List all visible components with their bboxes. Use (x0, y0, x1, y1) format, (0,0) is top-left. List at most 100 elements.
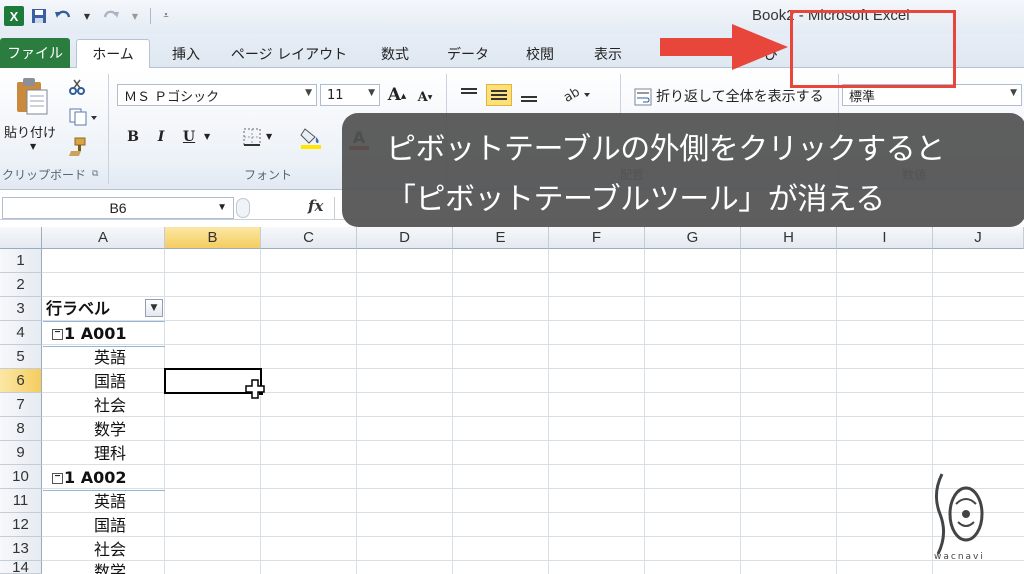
tab-data[interactable]: データ (436, 39, 500, 68)
caption-line-2: 「ピボットテーブルツール」が消える (386, 182, 885, 217)
bold-button[interactable]: B (122, 126, 144, 148)
row-header-13[interactable]: 13 (0, 537, 42, 561)
tab-review[interactable]: 校閲 (512, 39, 568, 68)
column-header-j[interactable]: J (933, 227, 1024, 249)
undo-dropdown-icon[interactable]: ▼ (78, 7, 96, 25)
collapse-icon[interactable]: − (52, 473, 63, 484)
worksheet-grid[interactable]: ABCDEFGHIJ 1 2 3 4 5 6 7 8 9 10 11 12 13 14 行ラベル ▼ − … (0, 227, 1024, 574)
font-size-dropdown[interactable]: 11 ▼ (320, 84, 380, 106)
pivot-item[interactable]: 社会 (94, 538, 126, 562)
tab-formulas[interactable]: 数式 (366, 39, 424, 68)
row-header-1[interactable]: 1 (0, 249, 42, 273)
align-middle-button[interactable] (486, 84, 512, 106)
row-header-5[interactable]: 5 (0, 345, 42, 369)
pivot-item[interactable]: 国語 (94, 514, 126, 538)
redo-icon[interactable] (102, 7, 120, 25)
chevron-down-icon: ▼ (368, 88, 375, 98)
row-header-3[interactable]: 3 (0, 297, 42, 321)
grid-row-line (42, 488, 1024, 489)
grid-column-line (644, 249, 645, 574)
row-header-4[interactable]: 4 (0, 321, 42, 345)
caption-line-1: ピボットテーブルの外側をクリックすると (386, 132, 945, 167)
row-header-14[interactable]: 14 (0, 559, 42, 574)
underline-button[interactable]: U (178, 126, 200, 148)
row-header-10[interactable]: 10 (0, 465, 42, 489)
tab-view[interactable]: 表示 (580, 39, 636, 68)
name-box[interactable]: B6 ▼ (2, 197, 234, 219)
grid-row-line (42, 560, 1024, 561)
row-header-8[interactable]: 8 (0, 417, 42, 441)
grid-column-line (548, 249, 549, 574)
pivot-row-label-header[interactable]: 行ラベル (46, 297, 110, 321)
tab-file[interactable]: ファイル (0, 38, 70, 68)
insert-function-icon[interactable]: fx (308, 197, 323, 215)
grid-column-line (356, 249, 357, 574)
excel-app-icon[interactable]: X (4, 6, 24, 26)
clipboard-launcher-icon[interactable]: ⧉ (92, 169, 98, 179)
paste-label[interactable]: 貼り付け (4, 122, 56, 141)
grid-row-line (42, 440, 1024, 441)
pivot-item[interactable]: 理科 (94, 442, 126, 466)
name-box-value: B6 (109, 200, 127, 216)
column-header-d[interactable]: D (357, 227, 453, 249)
font-name-dropdown[interactable]: ＭＳ Ｐゴシック ▼ (117, 84, 317, 106)
wrap-text-icon[interactable] (632, 86, 654, 108)
cell-cursor-icon (245, 379, 265, 399)
pivot-item[interactable]: 英語 (94, 346, 126, 370)
column-header-i[interactable]: I (837, 227, 933, 249)
pivot-item[interactable]: 社会 (94, 394, 126, 418)
orientation-icon[interactable]: ab (560, 82, 594, 106)
cut-icon[interactable] (66, 76, 88, 98)
format-painter-icon[interactable] (66, 136, 88, 158)
pivot-group-label[interactable]: 1 A002 (64, 466, 126, 490)
underline-dropdown-icon[interactable]: ▼ (204, 132, 210, 141)
column-header-a[interactable]: A (42, 227, 165, 249)
borders-dropdown-icon[interactable]: ▼ (266, 132, 272, 141)
pivot-item[interactable]: 国語 (94, 370, 126, 394)
pivot-item[interactable]: 数学 (94, 560, 126, 574)
row-header-7[interactable]: 7 (0, 393, 42, 417)
fill-color-icon[interactable] (298, 124, 324, 150)
row-header-2[interactable]: 2 (0, 273, 42, 297)
align-bottom-button[interactable] (516, 86, 542, 108)
column-header-e[interactable]: E (453, 227, 549, 249)
tab-insert[interactable]: 挿入 (158, 39, 214, 68)
paste-dropdown-icon[interactable]: ▼ (30, 142, 36, 151)
column-header-b[interactable]: B (165, 227, 261, 249)
grow-font-button[interactable]: A ▲ (386, 84, 408, 106)
grid-row-line (42, 536, 1024, 537)
tab-page-layout[interactable]: ページ レイアウト (224, 39, 354, 68)
pivot-group-label[interactable]: 1 A001 (64, 322, 126, 346)
filter-dropdown-icon[interactable]: ▼ (145, 299, 163, 317)
pivot-item[interactable]: 数学 (94, 418, 126, 442)
row-header-11[interactable]: 11 (0, 489, 42, 513)
italic-button[interactable]: I (150, 126, 172, 148)
row-header-6[interactable]: 6 (0, 369, 42, 393)
select-all-corner[interactable] (0, 227, 42, 249)
formula-bar-resize-handle[interactable] (236, 198, 250, 218)
row-header-12[interactable]: 12 (0, 513, 42, 537)
shrink-font-button[interactable]: A ▼ (414, 86, 436, 108)
watermark-text: wacnavi (934, 552, 985, 562)
row-header-9[interactable]: 9 (0, 441, 42, 465)
wrap-text-button[interactable]: 折り返して全体を表示する (656, 86, 824, 106)
paste-icon[interactable] (12, 76, 52, 116)
pivot-item[interactable]: 英語 (94, 490, 126, 514)
grid-row-line (42, 464, 1024, 465)
redo-dropdown-icon[interactable]: ▼ (126, 7, 144, 25)
grid-row-line (42, 296, 1024, 297)
column-header-c[interactable]: C (261, 227, 357, 249)
grid-row-line (42, 344, 1024, 345)
save-icon[interactable] (30, 7, 48, 25)
column-header-f[interactable]: F (549, 227, 645, 249)
collapse-icon[interactable]: − (52, 329, 63, 340)
customize-qat-icon[interactable]: ⩡ (157, 7, 175, 25)
align-top-button[interactable] (456, 82, 482, 104)
borders-icon[interactable] (240, 126, 264, 148)
column-header-h[interactable]: H (741, 227, 837, 249)
undo-icon[interactable] (54, 7, 72, 25)
tab-home[interactable]: ホーム (76, 39, 150, 68)
column-header-g[interactable]: G (645, 227, 741, 249)
copy-icon[interactable] (66, 106, 102, 128)
group-separator (108, 74, 109, 184)
